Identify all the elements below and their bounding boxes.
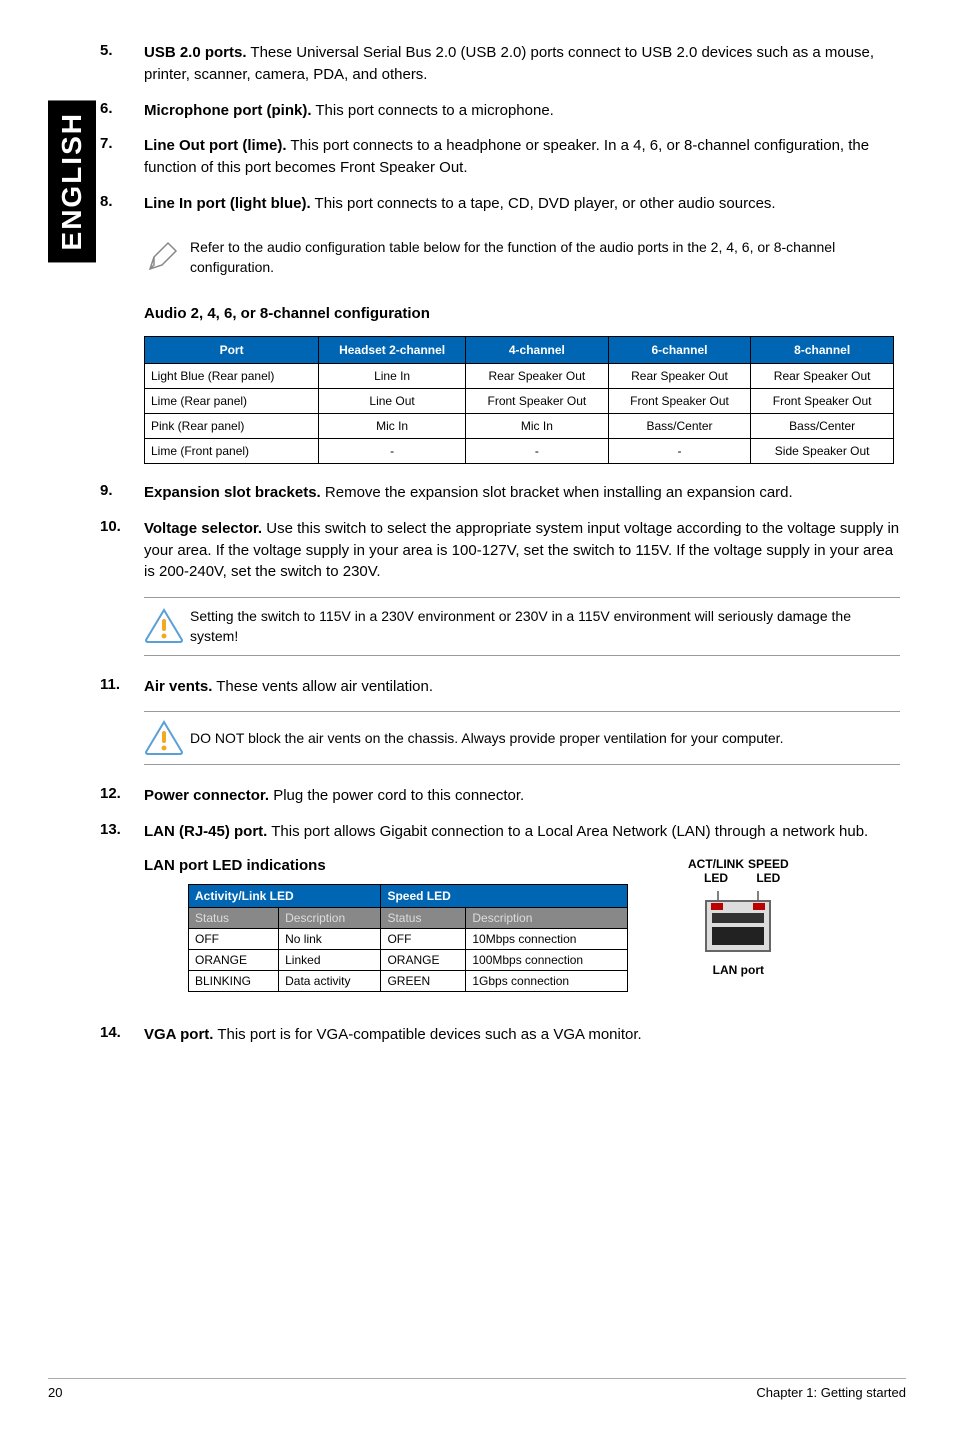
item-text: USB 2.0 ports. These Universal Serial Bu… — [144, 42, 900, 86]
list-item: 14. VGA port. This port is for VGA-compa… — [100, 1024, 900, 1046]
list-item: 11. Air vents. These vents allow air ven… — [100, 676, 900, 698]
warning-block: Setting the switch to 115V in a 230V env… — [144, 597, 900, 656]
warning-icon — [144, 720, 190, 756]
page-content: 5. USB 2.0 ports. These Universal Serial… — [100, 42, 900, 1060]
table-header: Headset 2-channel — [319, 337, 466, 364]
item-number: 8. — [100, 193, 144, 215]
list-item: 10. Voltage selector. Use this switch to… — [100, 518, 900, 583]
rj45-port-icon — [698, 891, 778, 956]
table-header: 6-channel — [608, 337, 751, 364]
item-number: 13. — [100, 821, 144, 843]
table-header: Activity/Link LED — [189, 884, 381, 907]
table-header: 4-channel — [466, 337, 609, 364]
warning-icon — [144, 608, 190, 644]
page-number: 20 — [48, 1385, 62, 1400]
item-text: Line Out port (lime). This port connects… — [144, 135, 900, 179]
table-subheader: Status — [381, 907, 466, 928]
table-header: Speed LED — [381, 884, 628, 907]
chapter-label: Chapter 1: Getting started — [756, 1385, 906, 1400]
lan-led-table: Activity/Link LED Speed LED Status Descr… — [188, 884, 628, 992]
item-number: 12. — [100, 785, 144, 807]
item-number: 10. — [100, 518, 144, 583]
item-number: 11. — [100, 676, 144, 698]
item-text: Power connector. Plug the power cord to … — [144, 785, 524, 807]
audio-config-table: Port Headset 2-channel 4-channel 6-chann… — [144, 336, 894, 464]
lan-port-diagram: ACT/LINKLED SPEEDLED LAN port — [688, 857, 789, 977]
table-row: Light Blue (Rear panel)Line InRear Speak… — [145, 364, 894, 389]
section-heading: Audio 2, 4, 6, or 8-channel configuratio… — [144, 305, 900, 322]
list-item: 9. Expansion slot brackets. Remove the e… — [100, 482, 900, 504]
list-item: 12. Power connector. Plug the power cord… — [100, 785, 900, 807]
list-item: 5. USB 2.0 ports. These Universal Serial… — [100, 42, 900, 86]
item-text: Microphone port (pink). This port connec… — [144, 100, 554, 122]
item-number: 5. — [100, 42, 144, 86]
table-row: OFFNo linkOFF10Mbps connection — [189, 928, 628, 949]
diagram-caption: LAN port — [688, 963, 789, 977]
table-row: ORANGELinkedORANGE100Mbps connection — [189, 949, 628, 970]
list-item: 6. Microphone port (pink). This port con… — [100, 100, 900, 122]
warning-block: DO NOT block the air vents on the chassi… — [144, 711, 900, 765]
item-text: Line In port (light blue). This port con… — [144, 193, 776, 215]
page-footer: 20 Chapter 1: Getting started — [48, 1378, 906, 1400]
item-text: VGA port. This port is for VGA-compatibl… — [144, 1024, 642, 1046]
item-text: Voltage selector. Use this switch to sel… — [144, 518, 900, 583]
table-row: Lime (Rear panel)Line OutFront Speaker O… — [145, 389, 894, 414]
list-item: 13. LAN (RJ-45) port. This port allows G… — [100, 821, 900, 843]
item-number: 7. — [100, 135, 144, 179]
table-subheader: Description — [466, 907, 628, 928]
pencil-icon — [144, 239, 190, 275]
item-text: Air vents. These vents allow air ventila… — [144, 676, 433, 698]
table-row: Lime (Front panel)---Side Speaker Out — [145, 439, 894, 464]
table-subheader: Status — [189, 907, 279, 928]
language-tab: ENGLISH — [48, 100, 96, 262]
item-number: 14. — [100, 1024, 144, 1046]
list-item: 7. Line Out port (lime). This port conne… — [100, 135, 900, 179]
warning-text: Setting the switch to 115V in a 230V env… — [190, 606, 900, 647]
item-text: LAN (RJ-45) port. This port allows Gigab… — [144, 821, 868, 843]
note-block: Refer to the audio configuration table b… — [144, 229, 900, 286]
item-text: Expansion slot brackets. Remove the expa… — [144, 482, 793, 504]
table-header: Port — [145, 337, 319, 364]
list-item: 8. Line In port (light blue). This port … — [100, 193, 900, 215]
table-header: 8-channel — [751, 337, 894, 364]
warning-text: DO NOT block the air vents on the chassi… — [190, 728, 783, 748]
item-number: 9. — [100, 482, 144, 504]
item-number: 6. — [100, 100, 144, 122]
table-subheader: Description — [279, 907, 381, 928]
note-text: Refer to the audio configuration table b… — [190, 237, 900, 278]
table-row: Pink (Rear panel)Mic InMic InBass/Center… — [145, 414, 894, 439]
table-row: BLINKINGData activityGREEN1Gbps connecti… — [189, 970, 628, 991]
section-heading: LAN port LED indications — [144, 857, 628, 874]
